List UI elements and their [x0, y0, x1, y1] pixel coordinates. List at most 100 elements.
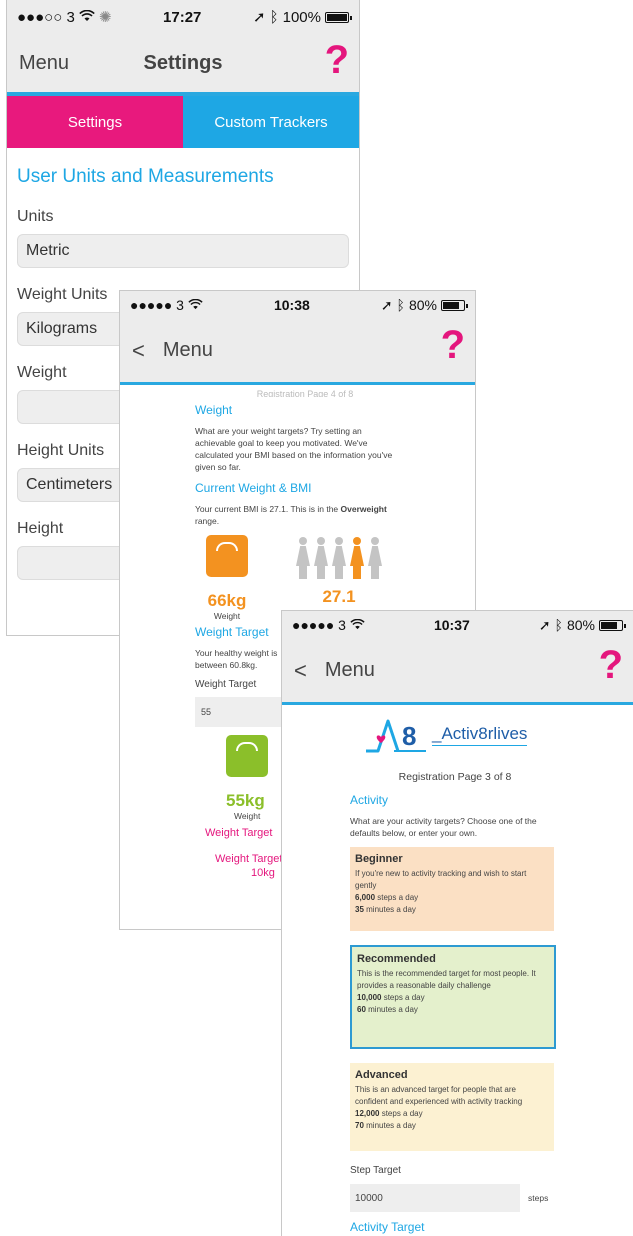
activ8rlives-logo: 8 _Activ8rlives — [364, 713, 633, 757]
bmi-row: 66kg Weight 27.1 — [195, 535, 475, 621]
step-target-row: 10000 steps — [350, 1184, 633, 1212]
status-bar: ●●●●● 3 10:37 ➚ ᛒ 80% — [282, 611, 633, 639]
bmi-block: 27.1 — [287, 535, 391, 607]
activity-intro-text: What are your activity targets? Choose o… — [350, 816, 537, 838]
status-time: 10:37 — [433, 617, 470, 633]
location-icon: ➚ — [380, 296, 393, 313]
registration-page-header: Registration Page 3 of 8 — [398, 771, 512, 783]
bmi-text-prefix: Your current BMI is 27.1. This is in the — [195, 504, 341, 514]
beginner-card[interactable]: Beginner If you're new to activity track… — [350, 847, 554, 931]
weight-section-title: Weight — [195, 403, 233, 417]
menu-button[interactable]: Menu — [163, 339, 213, 362]
weight-caption: Weight — [213, 611, 241, 621]
bmi-text-suffix: range. — [195, 516, 220, 526]
help-icon[interactable]: ? — [599, 645, 623, 685]
activity-content: 8 _Activ8rlives Registration Page 3 of 8… — [282, 705, 633, 1234]
loading-spinner-icon: ✺ — [98, 9, 112, 26]
bmi-range: Overweight — [340, 504, 387, 514]
weight-target-input[interactable]: 55 — [195, 697, 285, 727]
signal-indicator: ●●●●● 3 — [292, 617, 346, 633]
card-minutes: 35 minutes a day — [355, 904, 549, 916]
card-steps: 10,000 steps a day — [357, 992, 549, 1004]
battery-percent: 80% — [408, 297, 437, 313]
nav-bar: Menu Settings ? — [7, 34, 359, 96]
help-icon[interactable]: ? — [325, 40, 349, 80]
nav-bar: < Menu ? — [120, 319, 475, 385]
location-icon: ➚ — [253, 9, 266, 26]
brand-name: _Activ8rlives — [432, 724, 528, 746]
status-time: 10:38 — [273, 297, 310, 313]
scale-icon — [206, 535, 248, 577]
current-weight-value: 66kg — [207, 591, 247, 610]
help-icon[interactable]: ? — [441, 325, 465, 365]
registration-page-header: Registration Page 4 of 8 — [256, 389, 354, 397]
minutes-value: 35 — [355, 905, 364, 914]
menu-button[interactable]: Menu — [19, 52, 69, 75]
units-label: Units — [17, 208, 54, 225]
card-description: This is the recommended target for most … — [357, 969, 536, 990]
battery-icon — [324, 11, 352, 23]
tab-settings[interactable]: Settings — [7, 96, 183, 148]
healthy-weight-text: Your healthy weight is between 60.8kg. — [195, 648, 278, 670]
card-steps: 12,000 steps a day — [355, 1108, 549, 1120]
advanced-card[interactable]: Advanced This is an advanced target for … — [350, 1063, 554, 1151]
card-title: Advanced — [355, 1069, 408, 1081]
card-title: Beginner — [355, 853, 403, 865]
steps-value: 12,000 — [355, 1109, 380, 1118]
status-time: 17:27 — [163, 8, 202, 26]
bmi-value: 27.1 — [322, 587, 356, 606]
back-icon[interactable]: < — [294, 658, 307, 684]
scale-icon — [226, 735, 268, 777]
tab-custom-trackers[interactable]: Custom Trackers — [183, 96, 359, 148]
card-title: Recommended — [357, 953, 436, 965]
card-description: This is an advanced target for people th… — [355, 1085, 523, 1106]
signal-indicator: ●●●●● 3 — [130, 297, 184, 313]
step-target-label: Step Target — [350, 1165, 401, 1176]
nav-bar: < Menu ? — [282, 639, 633, 705]
battery-icon — [440, 299, 468, 311]
location-icon: ➚ — [538, 616, 551, 633]
activity-target-title: Activity Target — [350, 1220, 425, 1234]
weight-intro-text: What are your weight targets? Try settin… — [195, 426, 393, 472]
back-icon[interactable]: < — [132, 338, 145, 364]
minutes-value: 60 — [357, 1005, 366, 1014]
steps-suffix: steps a day — [381, 993, 425, 1002]
bluetooth-icon: ᛒ — [554, 617, 563, 633]
battery-icon — [598, 619, 626, 631]
steps-value: 10,000 — [357, 993, 382, 1002]
person-icon — [295, 537, 311, 579]
minutes-suffix: minutes a day — [365, 1005, 418, 1014]
section-title: User Units and Measurements — [17, 166, 274, 187]
current-weight-block: 66kg Weight — [195, 535, 259, 621]
wifi-icon — [79, 9, 95, 26]
steps-value: 6,000 — [355, 893, 376, 902]
battery-percent: 80% — [566, 617, 595, 633]
card-description: If you're new to activity tracking and w… — [355, 869, 527, 890]
units-select[interactable]: Metric — [17, 234, 349, 268]
minutes-value: 70 — [355, 1121, 364, 1130]
person-icon-highlighted — [349, 537, 365, 579]
minutes-suffix: minutes a day — [363, 905, 416, 914]
person-icon — [313, 537, 329, 579]
battery-percent: 100% — [282, 8, 321, 26]
steps-unit: steps — [528, 1193, 549, 1203]
minutes-suffix: minutes a day — [363, 1121, 416, 1130]
a8-logo-mark: 8 — [364, 715, 428, 755]
card-minutes: 60 minutes a day — [357, 1004, 549, 1016]
steps-suffix: steps a day — [375, 893, 419, 902]
target-weight-value: 55kg — [226, 791, 265, 810]
step-target-input[interactable]: 10000 — [350, 1184, 520, 1212]
wifi-icon — [350, 617, 365, 633]
bluetooth-icon: ᛒ — [269, 8, 279, 26]
status-bar: ●●●●● 3 10:38 ➚ ᛒ 80% — [120, 291, 475, 319]
wifi-icon — [188, 297, 203, 313]
card-minutes: 70 minutes a day — [355, 1120, 549, 1132]
activity-section-title: Activity — [350, 793, 389, 807]
recommended-card[interactable]: Recommended This is the recommended targ… — [350, 945, 556, 1049]
target-weight-caption: Weight — [234, 811, 261, 821]
tab-bar: Settings Custom Trackers — [7, 96, 359, 148]
menu-button[interactable]: Menu — [325, 659, 375, 682]
current-weight-bmi-title: Current Weight & BMI — [195, 481, 312, 495]
person-icon — [367, 537, 383, 579]
svg-text:8: 8 — [402, 721, 416, 751]
